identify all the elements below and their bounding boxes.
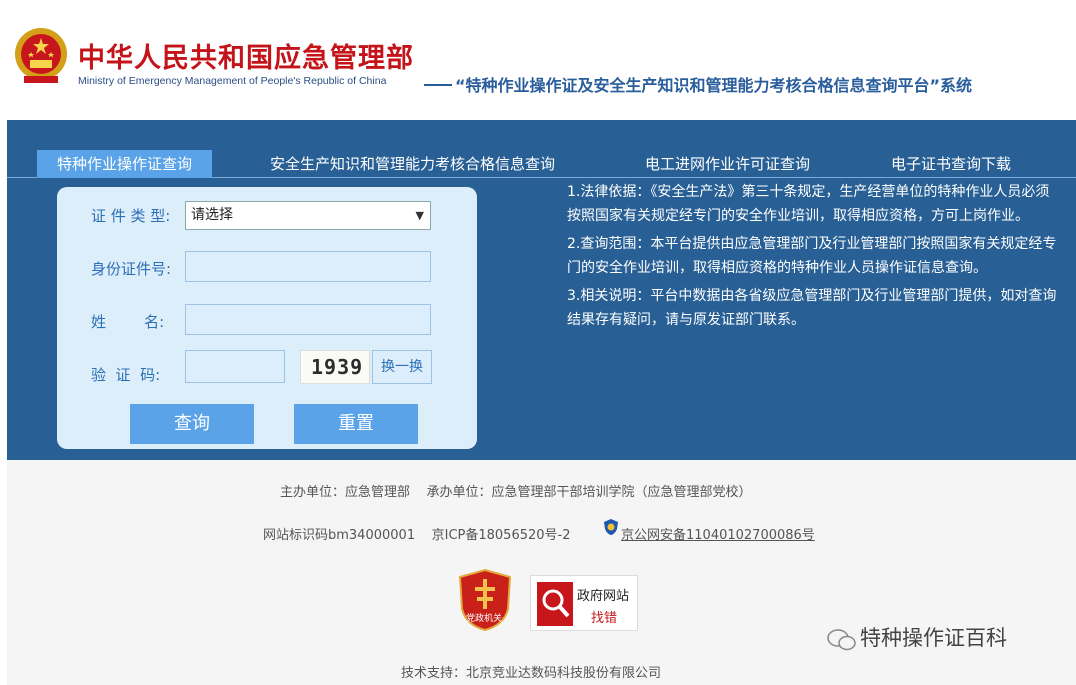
tab-electrician-permit[interactable]: 电工进网作业许可证查询	[645, 150, 810, 178]
party-govt-badge[interactable]: 党政机关	[458, 568, 512, 632]
national-emblem-icon	[15, 28, 67, 83]
cert-type-selected: 请选择	[191, 207, 233, 223]
info-query-scope: 2.查询范围：本平台提供由应急管理部门及行业管理部门按照国家有关规定经专门的安全…	[567, 236, 1057, 276]
chevron-down-icon: ▼	[415, 209, 424, 222]
cert-type-select[interactable]: 请选择 ▼	[185, 201, 431, 230]
captcha-label: 验 证 码:	[91, 366, 161, 384]
ministry-title-cn: 中华人民共和国应急管理部	[78, 43, 414, 74]
info-notes: 3.相关说明：平台中数据由各省级应急管理部门及行业管理部门提供，如对查询结果存有…	[567, 288, 1057, 328]
captcha-image[interactable]: 1939	[300, 350, 370, 384]
captcha-text: 1939	[311, 355, 364, 379]
gov-error-line1: 政府网站	[577, 589, 630, 604]
gov-website-error-report[interactable]: 政府网站 找错	[530, 575, 638, 631]
reset-button[interactable]: 重置	[294, 404, 418, 444]
system-title: “特种作业操作证及安全生产知识和管理能力考核合格信息查询平台”系统	[455, 76, 973, 95]
footer-sponsor: 主办单位：应急管理部 承办单位：应急管理部干部培训学院（应急管理部党校）	[280, 485, 752, 500]
id-number-label: 身份证件号:	[91, 260, 172, 278]
police-badge-icon	[604, 519, 618, 535]
tab-e-certificate-download[interactable]: 电子证书查询下载	[891, 150, 1011, 178]
tab-special-operation-cert[interactable]: 特种作业操作证查询	[37, 150, 213, 178]
title-divider	[424, 84, 452, 86]
captcha-input[interactable]	[185, 350, 285, 383]
tab-bar: 特种作业操作证查询 安全生产知识和管理能力考核合格信息查询 电工进网作业许可证查…	[7, 150, 1076, 178]
ministry-title-en: Ministry of Emergency Management of Peop…	[78, 75, 387, 87]
wechat-account-name: 特种操作证百科	[860, 626, 1007, 650]
footer: 主办单位：应急管理部 承办单位：应急管理部干部培训学院（应急管理部党校） 网站标…	[7, 460, 1076, 685]
footer-tech-support: 技术支持：北京竞业达数码科技股份有限公司	[401, 666, 662, 681]
info-legal-basis: 1.法律依据：《安全生产法》第三十条规定，生产经营单位的特种作业人员必须按照国家…	[567, 184, 1050, 224]
footer-site-id: 网站标识码bm34000001 京ICP备18056520号-2	[263, 528, 571, 543]
party-govt-label: 党政机关	[466, 614, 503, 624]
cert-type-label: 证 件 类 型:	[91, 207, 171, 225]
query-form: 证 件 类 型: 请选择 ▼ 身份证件号: 姓 名: 验 证 码: 1939 换…	[57, 187, 477, 449]
header: 中华人民共和国应急管理部 Ministry of Emergency Manag…	[0, 0, 1076, 120]
info-panel: 1.法律依据：《安全生产法》第三十条规定，生产经营单位的特种作业人员必须按照国家…	[567, 180, 1057, 336]
name-input[interactable]	[185, 304, 431, 335]
tab-safety-knowledge[interactable]: 安全生产知识和管理能力考核合格信息查询	[270, 150, 555, 178]
gov-error-line2: 找错	[591, 611, 618, 626]
police-record-link[interactable]: 京公网安备11040102700086号	[621, 524, 815, 543]
magnifier-icon	[537, 582, 573, 626]
wechat-icon	[827, 629, 856, 651]
query-band: 特种作业操作证查询 安全生产知识和管理能力考核合格信息查询 电工进网作业许可证查…	[7, 120, 1076, 460]
name-label: 姓 名:	[91, 313, 165, 331]
query-button[interactable]: 查询	[130, 404, 254, 444]
refresh-captcha-button[interactable]: 换一换	[372, 350, 432, 384]
id-number-input[interactable]	[185, 251, 431, 282]
page: 中华人民共和国应急管理部 Ministry of Emergency Manag…	[0, 0, 1076, 685]
